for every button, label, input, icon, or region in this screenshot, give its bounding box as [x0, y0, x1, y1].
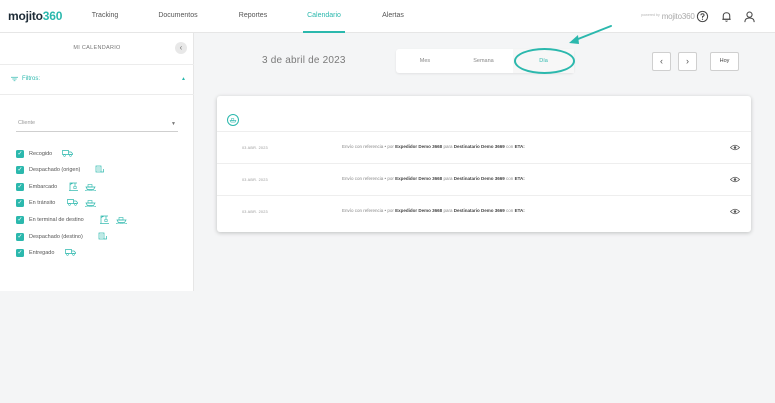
- eye-icon[interactable]: [730, 208, 740, 215]
- status-label: En tránsito: [29, 200, 56, 206]
- customs-icon: [95, 165, 104, 173]
- status-label: Entregado: [29, 250, 55, 256]
- filters-toggle[interactable]: Filtros: ▲: [0, 65, 194, 95]
- caret-down-icon: ▼: [171, 121, 176, 127]
- event-eta: ETA:: [514, 144, 525, 149]
- crane-icon: [69, 182, 78, 191]
- event-consignee: Destinatario Demo 3669: [453, 208, 505, 213]
- prev-day-button[interactable]: ‹: [652, 52, 671, 71]
- app-logo[interactable]: mojito360: [8, 9, 62, 23]
- status-label: Recogido: [29, 151, 53, 157]
- highlight-circle-annotation: [514, 48, 575, 74]
- collapse-sidebar-button[interactable]: ‹: [175, 42, 187, 54]
- chevron-right-icon: ›: [686, 56, 689, 66]
- checkbox-checked[interactable]: ✓: [16, 249, 24, 257]
- truck-icon: [62, 150, 73, 157]
- user-icon[interactable]: [743, 10, 756, 23]
- top-navigation: mojito360 Tracking Documentos Reportes C…: [0, 0, 775, 33]
- status-label: Embarcado: [29, 184, 58, 190]
- sidebar-header: MI CALENDARIO ‹: [0, 33, 194, 65]
- nav-tracking[interactable]: Tracking: [88, 0, 122, 33]
- nav-calendario[interactable]: Calendario: [303, 0, 345, 33]
- eye-icon[interactable]: [730, 144, 740, 151]
- customs-icon: [98, 232, 107, 240]
- checkbox-checked[interactable]: ✓: [16, 233, 24, 241]
- status-label: En terminal de destino: [29, 217, 84, 223]
- nav-alertas[interactable]: Alertas: [378, 0, 408, 33]
- filters-label: Filtros:: [22, 76, 40, 82]
- event-row[interactable]: 03 ABR. 2023 Envío con referencia • por …: [217, 195, 751, 227]
- event-shipper: Expedidor Demo 3668: [395, 176, 443, 181]
- checkbox-checked[interactable]: ✓: [16, 199, 24, 207]
- nav-documentos[interactable]: Documentos: [157, 0, 199, 33]
- checkbox-checked[interactable]: ✓: [16, 216, 24, 224]
- event-shipper: Expedidor Demo 3668: [395, 144, 443, 149]
- crane-icon: [100, 215, 109, 224]
- truck-icon: [67, 199, 78, 206]
- event-row[interactable]: 03 ABR. 2023 Envío con referencia • por …: [217, 131, 751, 163]
- client-select[interactable]: Cliente ▼: [16, 117, 178, 132]
- client-placeholder: Cliente: [18, 120, 36, 126]
- ship-icon: [85, 200, 97, 207]
- chevron-left-icon: ‹: [179, 43, 183, 52]
- sidebar: MI CALENDARIO ‹ Filtros: ▲ Cliente ▼ ✓ R…: [0, 33, 194, 291]
- event-date: 03 ABR. 2023: [242, 178, 268, 182]
- filter-icon: [11, 76, 18, 82]
- next-day-button[interactable]: ›: [678, 52, 697, 71]
- event-date: 03 ABR. 2023: [242, 210, 268, 214]
- help-icon[interactable]: [696, 10, 709, 23]
- current-date-title: 3 de abril de 2023: [262, 55, 346, 66]
- logo-main: mojito: [8, 9, 43, 23]
- event-description: Envío con referencia • por Expedidor Dem…: [342, 144, 525, 149]
- event-description: Envío con referencia • por Expedidor Dem…: [342, 176, 525, 181]
- checkbox-checked[interactable]: ✓: [16, 150, 24, 158]
- event-consignee: Destinatario Demo 3669: [453, 144, 505, 149]
- chevron-up-icon: ▲: [181, 76, 186, 82]
- powered-by-label: powered by: [641, 12, 660, 17]
- sidebar-title: MI CALENDARIO: [73, 45, 121, 51]
- tab-semana[interactable]: Semana: [454, 49, 513, 73]
- chevron-left-icon: ‹: [660, 56, 663, 66]
- brand-small-name: mojito360: [661, 12, 695, 21]
- event-consignee: Destinatario Demo 3669: [453, 176, 505, 181]
- event-eta: ETA:: [514, 176, 525, 181]
- event-date: 03 ABR. 2023: [242, 146, 268, 150]
- nav-reportes[interactable]: Reportes: [236, 0, 270, 33]
- ship-icon: [227, 114, 239, 126]
- event-shipper: Expedidor Demo 3668: [395, 208, 443, 213]
- today-button[interactable]: Hoy: [710, 52, 739, 71]
- ship-icon: [85, 184, 97, 191]
- annotation-arrow-icon: [569, 25, 612, 44]
- checkbox-checked[interactable]: ✓: [16, 166, 24, 174]
- event-description: Envío con referencia • por Expedidor Dem…: [342, 208, 525, 213]
- powered-by-brand: powered by mojito360: [641, 12, 695, 21]
- logo-accent: 360: [42, 9, 63, 23]
- checkbox-checked[interactable]: ✓: [16, 183, 24, 191]
- status-label: Despachado (origen): [29, 167, 81, 173]
- status-label: Despachado (destino): [29, 234, 83, 240]
- truck-icon: [65, 249, 76, 256]
- event-eta: ETA:: [514, 208, 525, 213]
- eye-icon[interactable]: [730, 176, 740, 183]
- ship-icon: [116, 217, 128, 224]
- day-events-card: 03 ABR. 2023 Envío con referencia • por …: [217, 96, 751, 232]
- tab-mes[interactable]: Mes: [396, 49, 454, 73]
- bell-icon[interactable]: [720, 10, 733, 23]
- event-row[interactable]: 03 ABR. 2023 Envío con referencia • por …: [217, 163, 751, 195]
